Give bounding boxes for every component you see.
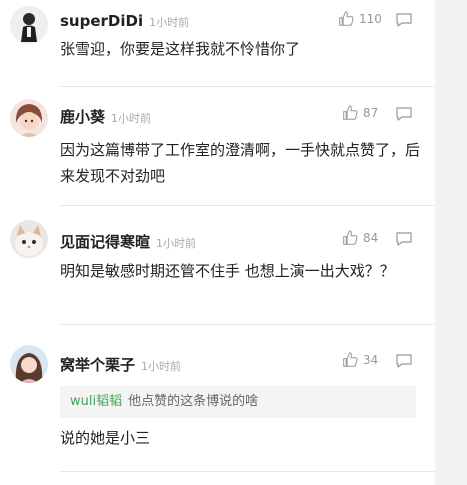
timestamp: 1小时前 (149, 16, 190, 29)
comment-text: 说的她是小三 (60, 429, 151, 447)
avatar[interactable] (10, 345, 48, 383)
username[interactable]: superDiDi 1小时前 (60, 12, 189, 30)
reply-icon[interactable] (396, 354, 412, 368)
username[interactable]: 见面记得寒暄 1小时前 (60, 231, 196, 252)
quoted-reply[interactable]: wuli韬韬 他点赞的这条博说的啥 (60, 386, 416, 418)
thumbs-up-icon (343, 352, 358, 367)
timestamp: 1小时前 (141, 360, 182, 373)
timestamp: 1小时前 (111, 112, 152, 125)
comment-item: 见面记得寒暄 1小时前 84 明知是敏感时期还管不住手 也想上演一出大戏？？ (0, 206, 435, 324)
like-count: 34 (363, 352, 379, 367)
side-panel (435, 0, 467, 485)
like-button[interactable]: 34 (342, 351, 378, 368)
comment-text: 张雪迎，你要是这样我就不怜惜你了 (60, 40, 301, 58)
like-button[interactable]: 87 (342, 104, 378, 121)
divider (60, 471, 435, 472)
reply-icon[interactable] (396, 107, 412, 121)
avatar[interactable] (10, 99, 48, 137)
comment-text: 明知是敏感时期还管不住手 也想上演一出大戏？？ (60, 262, 395, 280)
like-button[interactable]: 84 (342, 229, 378, 246)
comment-item: 窝举个栗子 1小时前 34 wuli韬韬 他点赞的这条博说的啥 说的她是小三 (0, 325, 435, 471)
quoted-text: 他点赞的这条博说的啥 (128, 394, 259, 409)
thumbs-up-icon (343, 230, 358, 245)
like-count: 87 (363, 105, 379, 120)
comment-item: 鹿小葵 1小时前 87 因为这篇博带了工作室的澄清啊，一手快就点赞了，后来发现不对… (0, 87, 435, 205)
username[interactable]: 鹿小葵 1小时前 (60, 106, 151, 127)
thumbs-up-icon (339, 11, 354, 26)
username[interactable]: 窝举个栗子 1小时前 (60, 354, 181, 375)
avatar[interactable] (10, 6, 48, 44)
comment-text: 因为这篇博带了工作室的澄清啊，一手快就点赞了，后来发现不对劲吧 (60, 141, 421, 185)
like-count: 84 (363, 230, 379, 245)
avatar[interactable] (10, 220, 48, 258)
like-button[interactable]: 110 (338, 10, 382, 27)
quoted-username[interactable]: wuli韬韬 (70, 394, 122, 409)
like-count: 110 (359, 11, 382, 26)
reply-icon[interactable] (396, 232, 412, 246)
comment-item: superDiDi 1小时前 110 张雪迎，你要是这样我就不怜惜你了 (0, 0, 435, 86)
timestamp: 1小时前 (156, 237, 197, 250)
thumbs-up-icon (343, 105, 358, 120)
reply-icon[interactable] (396, 13, 412, 27)
